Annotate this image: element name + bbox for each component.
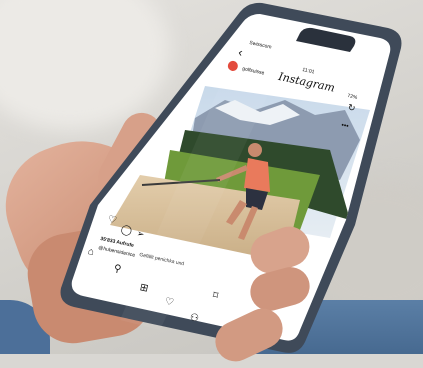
comment-icon[interactable]: ◯ bbox=[120, 224, 133, 237]
send-icon[interactable]: ➢ bbox=[136, 228, 145, 240]
more-icon[interactable]: ••• bbox=[341, 122, 350, 130]
